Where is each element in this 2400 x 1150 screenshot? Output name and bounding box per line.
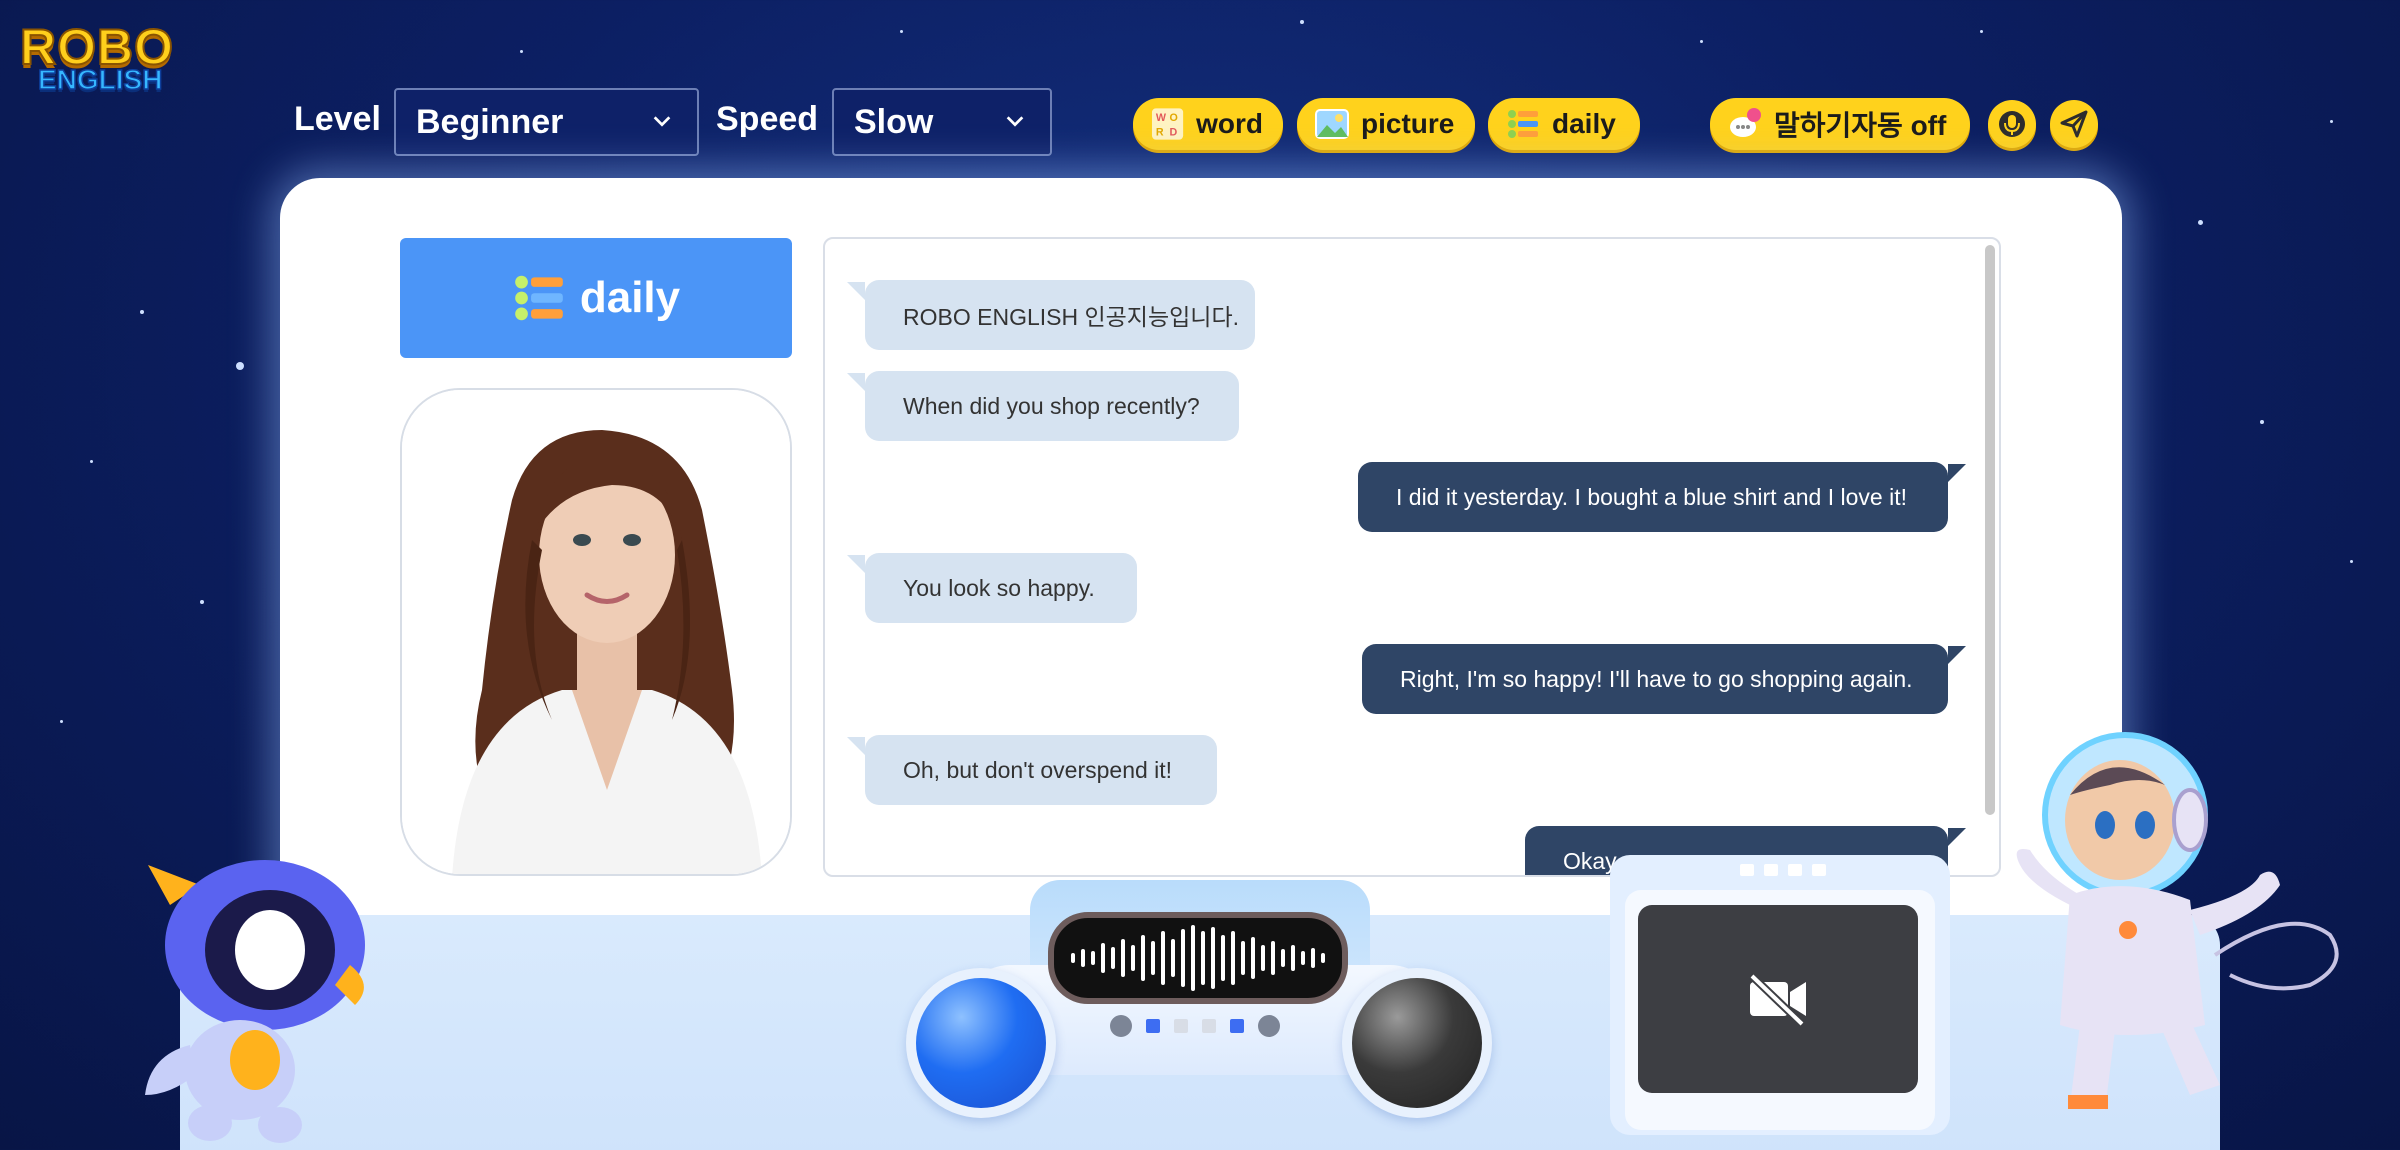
- astronaut-mascot: [2016, 732, 2339, 1110]
- chat-message-bot: Oh, but don't overspend it!: [847, 735, 1217, 805]
- word-icon: W O R D: [1151, 108, 1184, 140]
- record-button[interactable]: [916, 978, 1046, 1108]
- speed-label: Speed: [716, 100, 819, 138]
- word-mode-button[interactable]: W O R D word: [1133, 98, 1283, 150]
- speed-select-value: Slow: [854, 102, 934, 141]
- auto-speak-label: 말하기자동 off: [1774, 110, 1947, 141]
- camera-indicator-dots: [1740, 864, 1826, 876]
- send-button[interactable]: [2050, 100, 2098, 148]
- speed-select[interactable]: Slow: [832, 88, 1052, 156]
- chat-message-user: I did it yesterday. I bought a blue shir…: [1358, 462, 1966, 532]
- picture-mode-button[interactable]: picture: [1297, 98, 1475, 150]
- chat-bubble-icon: [1730, 108, 1761, 137]
- picture-icon: [1315, 109, 1349, 139]
- send-icon: [2060, 110, 2088, 138]
- chat-message-bot: You look so happy.: [847, 553, 1137, 623]
- voice-waveform-display: [1048, 912, 1348, 1004]
- auto-speak-toggle[interactable]: 말하기자동 off: [1710, 98, 1970, 150]
- stop-button[interactable]: [1352, 978, 1482, 1108]
- tutor-avatar-card: [400, 388, 792, 876]
- current-mode-banner: daily: [400, 238, 792, 358]
- tutor-photo: [402, 390, 790, 874]
- daily-mode-button[interactable]: daily: [1488, 98, 1640, 150]
- camera-off-button[interactable]: [1638, 905, 1918, 1093]
- daily-mode-label: daily: [1552, 108, 1616, 139]
- svg-text:D: D: [1170, 127, 1178, 139]
- robo-english-logo[interactable]: ROBO ENGLISH: [19, 18, 180, 98]
- chat-message-bot: When did you shop recently?: [847, 371, 1239, 441]
- chat-message-bot: ROBO ENGLISH 인공지능입니다.: [847, 280, 1255, 350]
- chevron-down-icon: [1006, 116, 1024, 127]
- daily-list-icon: [1508, 110, 1538, 138]
- microphone-button[interactable]: [1988, 100, 2036, 148]
- voice-wave-icon: [1071, 925, 1325, 991]
- svg-text:O: O: [1170, 112, 1178, 124]
- device-indicator-lights: [1110, 1015, 1280, 1037]
- camera-off-icon: [1749, 973, 1806, 1026]
- svg-text:R: R: [1156, 127, 1164, 139]
- level-select[interactable]: Beginner: [394, 88, 699, 156]
- chat-message-user: Right, I'm so happy! I'll have to go sho…: [1362, 644, 1966, 714]
- daily-list-icon: [515, 275, 563, 321]
- level-select-value: Beginner: [416, 102, 564, 141]
- level-label: Level: [294, 100, 381, 138]
- chevron-down-icon: [653, 116, 671, 127]
- robot-mascot: [145, 860, 365, 1143]
- word-mode-label: word: [1196, 108, 1263, 139]
- svg-text:W: W: [1156, 112, 1167, 124]
- microphone-icon: [1999, 111, 2025, 137]
- current-mode-label: daily: [579, 273, 681, 322]
- chat-window[interactable]: ROBO ENGLISH 인공지능입니다. When did you shop …: [823, 237, 2001, 877]
- top-toolbar: Level Beginner Speed Slow W O R D word p…: [0, 88, 2400, 160]
- picture-mode-label: picture: [1361, 108, 1455, 139]
